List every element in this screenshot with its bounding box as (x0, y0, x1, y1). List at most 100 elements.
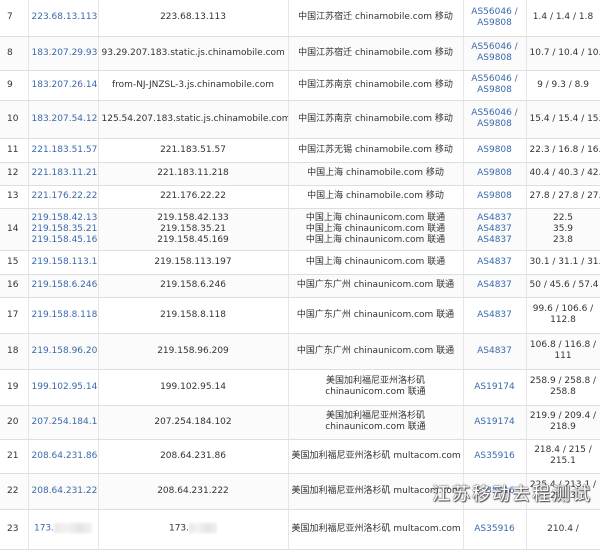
hop-ip-link[interactable]: 208.64.231.86 (32, 451, 98, 461)
hop-ip: 199.102.95.14 (28, 369, 98, 405)
hop-asn-link[interactable]: AS56046 / (471, 74, 517, 84)
hop-asn-link[interactable]: AS9808 (477, 119, 512, 129)
hop-asn: AS56046 /AS9808 (463, 70, 526, 100)
hop-latency-text: 258.8 (550, 387, 576, 397)
hop-location-text: 中国江苏宿迁 chinamobile.com 移动 (298, 48, 453, 58)
hop-latency: 9 / 9.3 / 8.9 (526, 70, 600, 100)
hop-location-text: 中国广东广州 chinaunicom.com 联通 (297, 310, 454, 320)
hop-number: 7 (0, 0, 28, 36)
hop-ip-link[interactable]: 219.158.8.118 (32, 310, 98, 320)
hop-ip-link[interactable]: 219.158.45.169 (32, 235, 99, 245)
hop-asn-link[interactable]: AS19174 (474, 417, 515, 427)
hop-hostname: 221.183.51.57 (98, 138, 288, 162)
hop-hostname-text: 219.158.35.21 (160, 224, 226, 234)
hop-ip-link[interactable]: 208.64.231.222 (32, 486, 99, 496)
hop-asn-link[interactable]: AS35916 (474, 451, 515, 461)
hop-location-text: 美国加利福尼亚州洛杉矶 (326, 411, 425, 421)
hop-location-text: 中国上海 chinamobile.com 移动 (307, 191, 444, 201)
hop-ip-link[interactable]: 207.254.184.102 (32, 417, 99, 427)
hop-ip-link[interactable]: 183.207.26.146 (32, 80, 99, 90)
hop-ip-link[interactable]: 219.158.42.133 (32, 213, 99, 223)
hop-ip-link[interactable]: 219.158.113.197 (32, 257, 99, 267)
hop-asn: AS19174 (463, 405, 526, 439)
hop-location-text: 美国加利福尼亚州洛杉矶 multacom.com (292, 524, 461, 534)
hop-ip-link[interactable]: 221.176.22.22 (32, 191, 98, 201)
hop-asn: AS4837 (463, 297, 526, 333)
hop-asn-link[interactable]: AS4837 (477, 280, 512, 290)
hop-ip: 183.207.26.146 (28, 70, 98, 100)
table-row: 14219.158.42.133219.158.35.21219.158.45.… (0, 208, 600, 250)
hop-asn-link[interactable]: AS56046 / (471, 108, 517, 118)
hop-ip-link[interactable]: 183.207.54.125 (32, 114, 99, 124)
hop-asn-link[interactable]: AS4837 (477, 346, 512, 356)
hop-location: 美国加利福尼亚州洛杉矶chinaunicom.com 联通 (288, 405, 463, 439)
hop-asn-link[interactable]: AS9808 (477, 191, 512, 201)
hop-number-text: 13 (7, 191, 18, 201)
hop-asn-link[interactable]: AS9808 (477, 53, 512, 63)
hop-ip-link[interactable]: 221.183.51.57 (32, 145, 98, 155)
hop-ip-link[interactable]: 221.183.11.218 (32, 168, 99, 178)
hop-latency: 50 / 45.6 / 57.4 (526, 274, 600, 297)
hop-location: 中国江苏南京 chinamobile.com 移动 (288, 100, 463, 138)
hop-asn-link[interactable]: AS9808 (477, 18, 512, 28)
hop-asn: AS9808 (463, 162, 526, 185)
hop-number: 13 (0, 185, 28, 208)
hop-asn: AS9808 (463, 185, 526, 208)
hop-hostname: 219.158.42.133219.158.35.21219.158.45.16… (98, 208, 288, 250)
hop-asn-link[interactable]: AS4837 (477, 310, 512, 320)
hop-number: 15 (0, 250, 28, 274)
hop-location-text: 中国广东广州 chinaunicom.com 联通 (297, 280, 454, 290)
hop-asn-link[interactable]: AS35916 (474, 524, 515, 534)
table-row: 15219.158.113.197219.158.113.197中国上海 chi… (0, 250, 600, 274)
hop-hostname-text: 219.158.96.209 (157, 346, 229, 356)
hop-hostname-text: 208.64.231.86 (160, 451, 226, 461)
table-row: 7223.68.13.113223.68.13.113中国江苏宿迁 chinam… (0, 0, 600, 36)
hop-asn-link[interactable]: AS56046 / (471, 7, 517, 17)
hop-hostname-text: from-NJ-JNZSL-3.js.chinamobile.com (112, 80, 274, 90)
hop-asn: AS4837 (463, 333, 526, 369)
hop-ip-link[interactable]: 199.102.95.14 (32, 382, 98, 392)
hop-number-text: 10 (7, 114, 18, 124)
hop-ip-link[interactable]: 173. (34, 524, 54, 534)
hop-hostname: 219.158.96.209 (98, 333, 288, 369)
hop-asn-link[interactable]: AS4837 (477, 224, 512, 234)
hop-number-text: 9 (7, 80, 13, 90)
hop-location-text: 中国上海 chinaunicom.com 联通 (306, 224, 445, 234)
hop-asn-link[interactable]: AS19174 (474, 382, 515, 392)
hop-asn-link[interactable]: AS4837 (477, 235, 512, 245)
hop-number: 12 (0, 162, 28, 185)
hop-ip-link[interactable]: 223.68.13.113 (32, 12, 98, 22)
hop-asn-link[interactable]: AS4837 (477, 213, 512, 223)
hop-latency: 258.9 / 258.8 /258.8 (526, 369, 600, 405)
hop-asn-link[interactable]: AS9808 (477, 168, 512, 178)
hop-hostname-text: 208.64.231.222 (157, 486, 229, 496)
hop-ip-link[interactable]: 219.158.6.246 (32, 280, 98, 290)
hop-asn-link[interactable]: AS9808 (477, 85, 512, 95)
hop-hostname: 219.158.6.246 (98, 274, 288, 297)
hop-hostname: 221.176.22.22 (98, 185, 288, 208)
hop-latency-text: 15.4 / 15.4 / 15.2 (530, 114, 600, 124)
hop-ip-link[interactable]: 219.158.96.209 (32, 346, 99, 356)
hop-latency-text: 218.9 (550, 422, 576, 432)
hop-location: 中国广东广州 chinaunicom.com 联通 (288, 274, 463, 297)
hop-hostname-text: 221.183.51.57 (160, 145, 226, 155)
table-row: 12221.183.11.218221.183.11.218中国上海 china… (0, 162, 600, 185)
hop-number: 14 (0, 208, 28, 250)
hop-hostname: 221.183.11.218 (98, 162, 288, 185)
hop-asn-link[interactable]: AS56046 / (471, 42, 517, 52)
hop-ip: 173. (28, 509, 98, 549)
hop-asn-link[interactable]: AS9808 (477, 145, 512, 155)
hop-number: 17 (0, 297, 28, 333)
hop-number-text: 20 (7, 417, 18, 427)
hop-location: 中国广东广州 chinaunicom.com 联通 (288, 333, 463, 369)
hop-latency-text: 35.9 (553, 224, 573, 234)
hop-hostname: from-NJ-JNZSL-3.js.chinamobile.com (98, 70, 288, 100)
hop-ip: 219.158.42.133219.158.35.21219.158.45.16… (28, 208, 98, 250)
hop-number-text: 11 (7, 145, 18, 155)
hop-ip-link[interactable]: 183.207.29.93 (32, 48, 98, 58)
hop-ip-link[interactable]: 219.158.35.21 (32, 224, 98, 234)
hop-hostname: 219.158.8.118 (98, 297, 288, 333)
hop-latency: 106.8 / 116.8 /111 (526, 333, 600, 369)
hop-asn-link[interactable]: AS4837 (477, 257, 512, 267)
hop-asn: AS19174 (463, 369, 526, 405)
